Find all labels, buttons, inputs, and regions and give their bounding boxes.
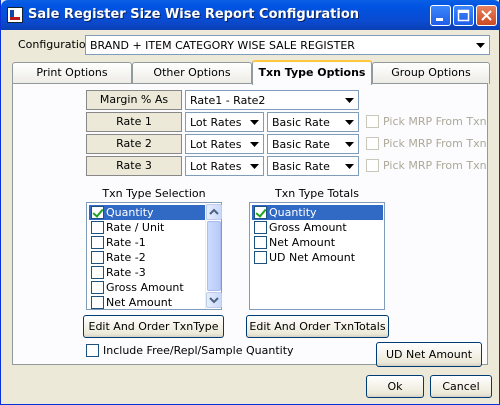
list-item-checkbox[interactable] [91,236,104,249]
list-item-checkbox[interactable] [91,266,104,279]
rate-2-pick-mrp-label: Pick MRP From Txn [383,137,487,150]
tab-strip: Print Options Other Options Txn Type Opt… [12,60,490,85]
window-title: Sale Register Size Wise Report Configura… [28,7,360,22]
chevron-down-icon [209,297,219,304]
chevron-down-icon [472,37,488,53]
list-item-label: Net Amount [269,236,336,249]
ok-button[interactable]: Ok [366,375,424,398]
configuration-dropdown[interactable]: BRAND + ITEM CATEGORY WISE SALE REGISTER [85,35,490,55]
list-item-checkbox[interactable] [254,221,267,234]
chevron-down-icon [341,114,357,130]
list-item-label: UD Net Amount [269,251,356,264]
chevron-down-icon [341,158,357,174]
rate-3-pick-mrp-label: Pick MRP From Txn [383,159,487,172]
list-item-label: Quantity [269,206,317,219]
rate-2-basis-dropdown[interactable]: Basic Rate [267,134,359,154]
ud-net-amount-button[interactable]: UD Net Amount [376,342,482,367]
tab-print-options[interactable]: Print Options [12,62,132,84]
rate-1-pick-mrp-label: Pick MRP From Txn [383,115,487,128]
rate-2-type-dropdown[interactable]: Lot Rates [185,134,264,154]
scroll-thumb[interactable] [207,221,221,291]
rate-2-pick-mrp-checkbox[interactable] [366,137,379,150]
chevron-up-icon [209,208,219,215]
chevron-down-icon [341,92,357,108]
minimize-button[interactable] [430,5,451,26]
list-item[interactable]: Quantity [89,205,205,220]
tab-other-options[interactable]: Other Options [132,62,252,84]
dialog-window: Sale Register Size Wise Report Configura… [0,0,500,405]
maximize-icon [457,9,470,22]
rate-1-label: Rate 1 [86,112,182,132]
app-icon [7,7,23,23]
rate-3-type-value: Lot Rates [190,160,242,173]
cancel-button[interactable]: Cancel [430,375,492,398]
list-item-checkbox[interactable] [91,206,104,219]
txn-totals-title: Txn Type Totals [275,187,359,200]
chevron-down-icon [246,136,262,152]
rate-1-basis-dropdown[interactable]: Basic Rate [267,112,359,132]
list-item-checkbox[interactable] [91,296,104,309]
margin-dropdown[interactable]: Rate1 - Rate2 [185,90,359,110]
list-item-checkbox[interactable] [254,206,267,219]
list-item-label: Rate -2 [106,251,146,264]
rate-3-label: Rate 3 [86,156,182,176]
edit-order-txntotals-button[interactable]: Edit And Order TxnTotals [246,315,389,338]
txn-type-options-panel: Margin % As Rate1 - Rate2 Rate 1 Lot Rat… [12,83,488,367]
list-item[interactable]: Quantity [252,205,383,220]
margin-label: Margin % As [86,90,182,110]
rate-1-type-value: Lot Rates [190,116,242,129]
include-free-label: Include Free/Repl/Sample Quantity [103,344,294,357]
maximize-button[interactable] [453,5,474,26]
rate-3-basis-value: Basic Rate [272,160,330,173]
txn-selection-title: Txn Type Selection [102,187,206,200]
margin-value: Rate1 - Rate2 [190,94,266,107]
rate-1-type-dropdown[interactable]: Lot Rates [185,112,264,132]
configuration-label: Configuration [18,38,93,51]
list-item-label: Net Amount [106,296,173,309]
rate-3-basis-dropdown[interactable]: Basic Rate [267,156,359,176]
list-item-checkbox[interactable] [91,251,104,264]
configuration-value: BRAND + ITEM CATEGORY WISE SALE REGISTER [90,39,355,52]
close-icon [481,10,492,21]
chevron-down-icon [246,158,262,174]
rate-2-label: Rate 2 [86,134,182,154]
list-item-label: Rate -1 [106,236,146,249]
list-item-label: Gross Amount [269,221,347,234]
list-item-checkbox[interactable] [91,221,104,234]
rate-1-pick-mrp-checkbox[interactable] [366,115,379,128]
rate-3-type-dropdown[interactable]: Lot Rates [185,156,264,176]
edit-order-txntype-button[interactable]: Edit And Order TxnType [83,315,224,338]
rate-2-type-value: Lot Rates [190,138,242,151]
rate-1-basis-value: Basic Rate [272,116,330,129]
list-item-checkbox[interactable] [254,251,267,264]
tab-txn-type-options[interactable]: Txn Type Options [252,60,372,85]
list-item-checkbox[interactable] [91,281,104,294]
rate-2-basis-value: Basic Rate [272,138,330,151]
list-item-label: Rate -3 [106,266,146,279]
close-button[interactable] [476,5,497,26]
vertical-scrollbar[interactable] [205,203,222,309]
list-item-checkbox[interactable] [254,236,267,249]
include-free-checkbox[interactable] [86,344,99,357]
rate-3-pick-mrp-checkbox[interactable] [366,159,379,172]
scroll-up-button[interactable] [206,204,222,220]
tab-group-options[interactable]: Group Options [372,62,490,84]
list-item-label: Quantity [106,206,154,219]
chevron-down-icon [341,136,357,152]
list-item-label: Rate / Unit [106,221,165,234]
txn-totals-list[interactable]: Quantity Gross Amount Net Amount UD Net … [249,202,385,310]
txn-selection-list[interactable]: Quantity Rate / Unit Rate -1 Rate -2 Rat… [86,202,222,310]
title-bar[interactable]: Sale Register Size Wise Report Configura… [1,0,500,30]
scroll-down-button[interactable] [206,292,222,308]
list-item-label: Gross Amount [106,281,184,294]
chevron-down-icon [246,114,262,130]
minimize-icon [436,18,443,21]
